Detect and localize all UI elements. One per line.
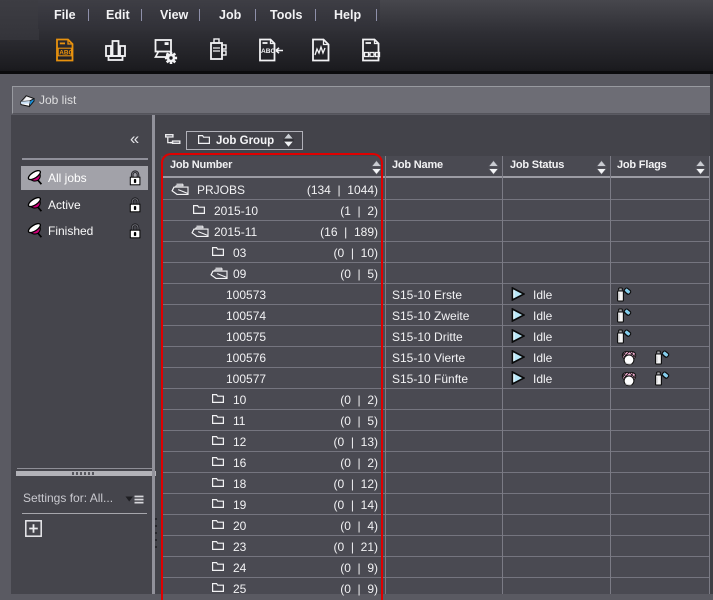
svg-text:ABC: ABC <box>261 48 276 55</box>
svg-text:ABC: ABC <box>59 49 73 56</box>
